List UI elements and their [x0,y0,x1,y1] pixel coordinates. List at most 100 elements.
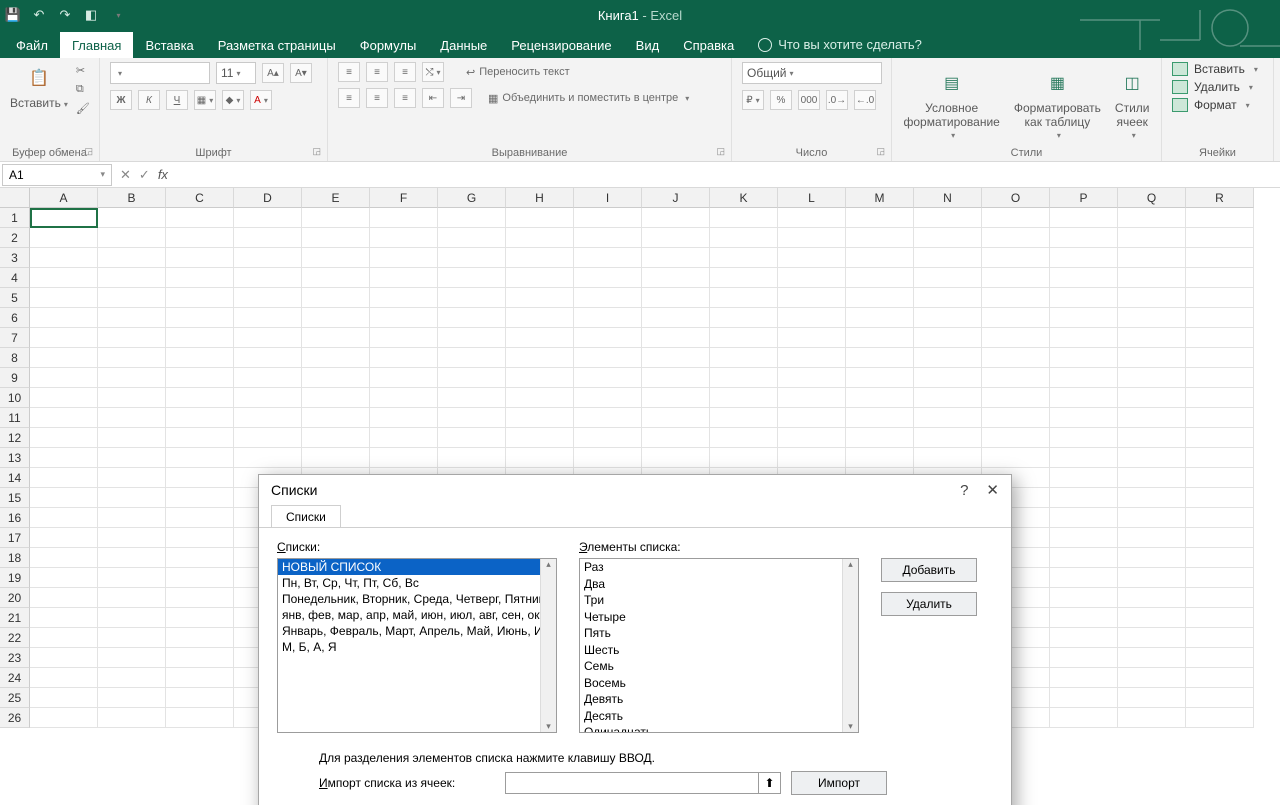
cell[interactable] [1050,208,1118,228]
row-header[interactable]: 9 [0,368,30,388]
cell[interactable] [1118,548,1186,568]
cell[interactable] [982,268,1050,288]
column-header[interactable]: Q [1118,188,1186,208]
worksheet[interactable]: ABCDEFGHIJKLMNOPQR 123456789101112131415… [0,188,1280,805]
cell[interactable] [1118,368,1186,388]
cell[interactable] [914,348,982,368]
cell[interactable] [642,368,710,388]
cell[interactable] [166,668,234,688]
cell[interactable] [642,408,710,428]
cell[interactable] [1186,608,1254,628]
orientation-button[interactable]: ⤭ [422,62,444,82]
list-entries-textarea[interactable]: РазДваТриЧетыреПятьШестьСемьВосемьДевять… [579,558,859,733]
cell[interactable] [914,308,982,328]
list-item[interactable]: Пн, Вт, Ср, Чт, Пт, Сб, Вс [278,575,556,591]
row-header[interactable]: 10 [0,388,30,408]
cell[interactable] [166,648,234,668]
cell[interactable] [778,388,846,408]
cell[interactable] [574,248,642,268]
cell[interactable] [1118,408,1186,428]
launcher-icon[interactable]: ◲ [716,146,725,157]
cell[interactable] [642,228,710,248]
cell[interactable] [30,708,98,728]
cell[interactable] [1050,328,1118,348]
cell[interactable] [506,368,574,388]
cell[interactable] [438,288,506,308]
tab-data[interactable]: Данные [428,32,499,58]
cell[interactable] [370,308,438,328]
cell[interactable] [302,288,370,308]
row-header[interactable]: 18 [0,548,30,568]
cell[interactable] [302,248,370,268]
column-header[interactable]: O [982,188,1050,208]
cell[interactable] [98,608,166,628]
cell[interactable] [1050,468,1118,488]
cell[interactable] [370,248,438,268]
cell[interactable] [1118,608,1186,628]
cell[interactable] [1186,288,1254,308]
cell[interactable] [30,408,98,428]
tab-file[interactable]: Файл [4,32,60,58]
cell[interactable] [982,308,1050,328]
list-item[interactable]: Понедельник, Вторник, Среда, Четверг, Пя… [278,591,556,607]
launcher-icon[interactable]: ◲ [876,146,885,157]
cell[interactable] [1050,368,1118,388]
cell[interactable] [710,348,778,368]
select-all-corner[interactable] [0,188,30,208]
cell[interactable] [166,208,234,228]
row-header[interactable]: 23 [0,648,30,668]
column-header[interactable]: B [98,188,166,208]
cut-button[interactable]: ✂ [76,64,90,77]
column-header[interactable]: N [914,188,982,208]
column-header[interactable]: J [642,188,710,208]
list-entry[interactable]: Два [580,576,858,593]
row-header[interactable]: 19 [0,568,30,588]
cell[interactable] [574,368,642,388]
cell[interactable] [778,308,846,328]
cell[interactable] [1050,528,1118,548]
cell[interactable] [778,248,846,268]
font-name-combo[interactable] [110,62,210,84]
cell[interactable] [234,208,302,228]
cell[interactable] [914,248,982,268]
cell[interactable] [438,328,506,348]
cell[interactable] [370,428,438,448]
align-left-button[interactable]: ≡ [338,88,360,108]
cell[interactable] [642,248,710,268]
cell[interactable] [1186,388,1254,408]
increase-font-button[interactable]: A▴ [262,63,284,83]
cell[interactable] [846,368,914,388]
cell[interactable] [1118,348,1186,368]
cell[interactable] [778,228,846,248]
conditional-formatting-button[interactable]: ▤ Условное форматирование [903,67,999,140]
cell[interactable] [234,388,302,408]
format-as-table-button[interactable]: ▦ Форматировать как таблицу [1014,67,1101,140]
cell[interactable] [1186,208,1254,228]
cell[interactable] [1118,508,1186,528]
row-header[interactable]: 5 [0,288,30,308]
cell[interactable] [1118,268,1186,288]
percent-button[interactable]: % [770,90,792,110]
cell[interactable] [1186,308,1254,328]
list-entry[interactable]: Пять [580,625,858,642]
cell[interactable] [98,248,166,268]
tab-view[interactable]: Вид [624,32,672,58]
cell[interactable] [574,448,642,468]
column-header[interactable]: P [1050,188,1118,208]
cell[interactable] [98,548,166,568]
camera-icon[interactable]: ◧ [82,6,100,24]
column-header[interactable]: R [1186,188,1254,208]
cell[interactable] [98,408,166,428]
list-item[interactable]: М, Б, А, Я [278,639,556,655]
cell[interactable] [166,408,234,428]
cell[interactable] [642,268,710,288]
cell[interactable] [914,368,982,388]
cell[interactable] [30,368,98,388]
cell[interactable] [166,308,234,328]
cell[interactable] [166,468,234,488]
cell[interactable] [30,648,98,668]
cell[interactable] [574,408,642,428]
cell[interactable] [846,348,914,368]
cell[interactable] [982,428,1050,448]
cell[interactable] [98,568,166,588]
